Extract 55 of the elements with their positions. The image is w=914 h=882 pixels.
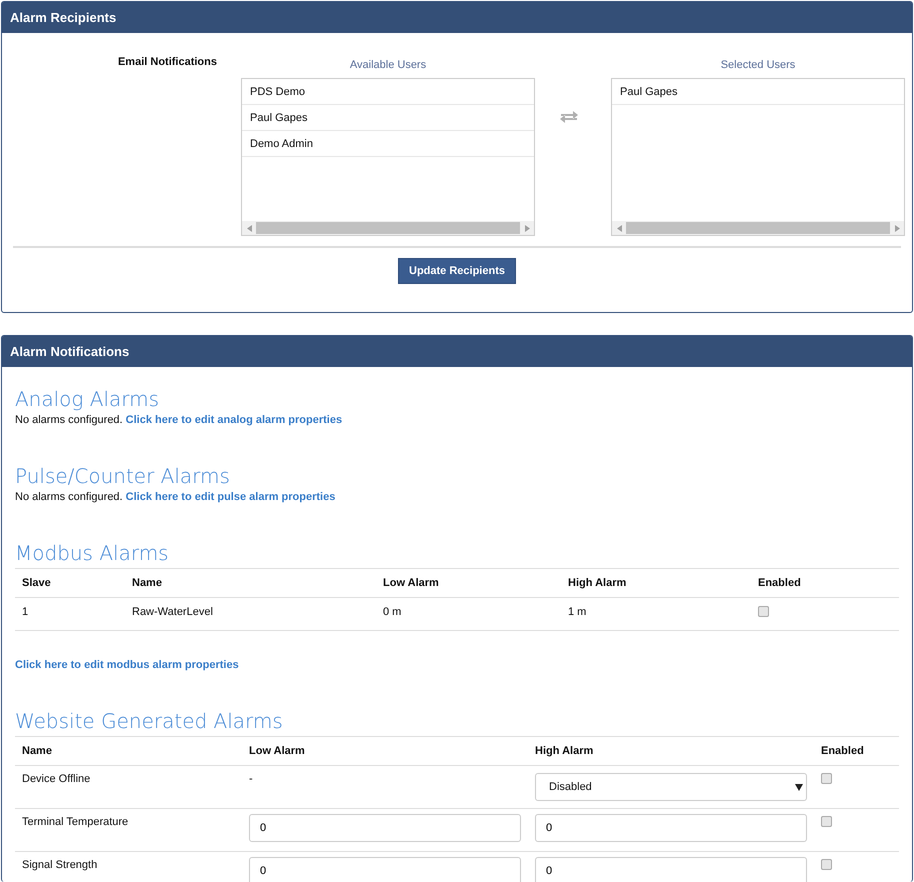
- column-header: High Alarm: [561, 568, 751, 598]
- list-item[interactable]: Demo Admin: [242, 131, 534, 157]
- table-cell: 0 m: [376, 598, 561, 630]
- list-item[interactable]: PDS Demo: [242, 79, 534, 105]
- table-cell: Device Offline: [15, 766, 242, 808]
- update-recipients-button[interactable]: Update Recipients: [398, 258, 516, 284]
- scroll-left-icon[interactable]: [246, 224, 252, 232]
- status-text: No alarms configured. Click here to edit analog alarm properties: [15, 414, 344, 426]
- scroll-left-icon[interactable]: [616, 224, 622, 232]
- panel-header: Alarm Notifications: [2, 336, 912, 367]
- list-item[interactable]: Paul Gapes: [612, 79, 904, 105]
- table-cell: -: [242, 766, 528, 808]
- column-header: Enabled: [751, 568, 899, 598]
- edit-link[interactable]: Click here to edit pulse alarm properties: [126, 491, 336, 503]
- user-list[interactable]: PDS Demo Paul Gapes Demo Admin: [241, 78, 535, 236]
- table-cell: Terminal Temperature: [15, 808, 242, 852]
- horizontal-scrollbar[interactable]: [612, 221, 904, 235]
- section-heading: Pulse/Counter Alarms: [15, 464, 231, 488]
- column-header: Enabled: [814, 736, 899, 766]
- column-header: Name: [125, 568, 376, 598]
- edit-link[interactable]: Click here to edit modbus alarm properties: [15, 659, 239, 671]
- column-header: Name: [15, 736, 242, 766]
- table-cell: Raw-WaterLevel: [125, 598, 376, 630]
- table-cell: 1 m: [561, 598, 751, 630]
- edit-link[interactable]: Click here to edit analog alarm properties: [126, 414, 342, 426]
- checkbox[interactable]: [821, 816, 832, 827]
- high-alarm-field[interactable]: 0: [535, 814, 807, 842]
- horizontal-scrollbar[interactable]: [242, 221, 534, 235]
- column-header: High Alarm: [528, 736, 814, 766]
- panel-header: Alarm Recipients: [2, 2, 912, 33]
- section-heading: Analog Alarms: [15, 387, 160, 411]
- checkbox[interactable]: [758, 606, 769, 617]
- field-label: Email Notifications: [116, 55, 217, 70]
- list-item[interactable]: Paul Gapes: [242, 105, 534, 131]
- swap-icon[interactable]: [559, 111, 579, 123]
- checkbox[interactable]: [821, 859, 832, 870]
- column-header: Low Alarm: [242, 736, 528, 766]
- column-header: Slave: [15, 568, 125, 598]
- status-text: No alarms configured. Click here to edit pulse alarm properties: [15, 491, 336, 503]
- high-alarm-field[interactable]: 0: [535, 857, 807, 882]
- checkbox[interactable]: [821, 773, 832, 784]
- table-cell: Signal Strength: [15, 852, 242, 882]
- user-list[interactable]: Paul Gapes: [611, 78, 905, 236]
- low-alarm-field[interactable]: 0: [249, 857, 521, 882]
- low-alarm-field[interactable]: 0: [249, 814, 521, 842]
- high-alarm-dropdown[interactable]: Disabled: [535, 773, 807, 801]
- scroll-right-icon[interactable]: [894, 224, 900, 232]
- dropdown-caret-icon: [795, 784, 803, 790]
- list-heading: Selected Users: [720, 59, 796, 71]
- column-header: Low Alarm: [376, 568, 561, 598]
- section-heading: Website Generated Alarms: [15, 709, 284, 733]
- scroll-right-icon[interactable]: [524, 224, 530, 232]
- list-heading: Available Users: [350, 59, 426, 71]
- table-cell: 1: [15, 598, 125, 630]
- section-heading: Modbus Alarms: [15, 541, 170, 565]
